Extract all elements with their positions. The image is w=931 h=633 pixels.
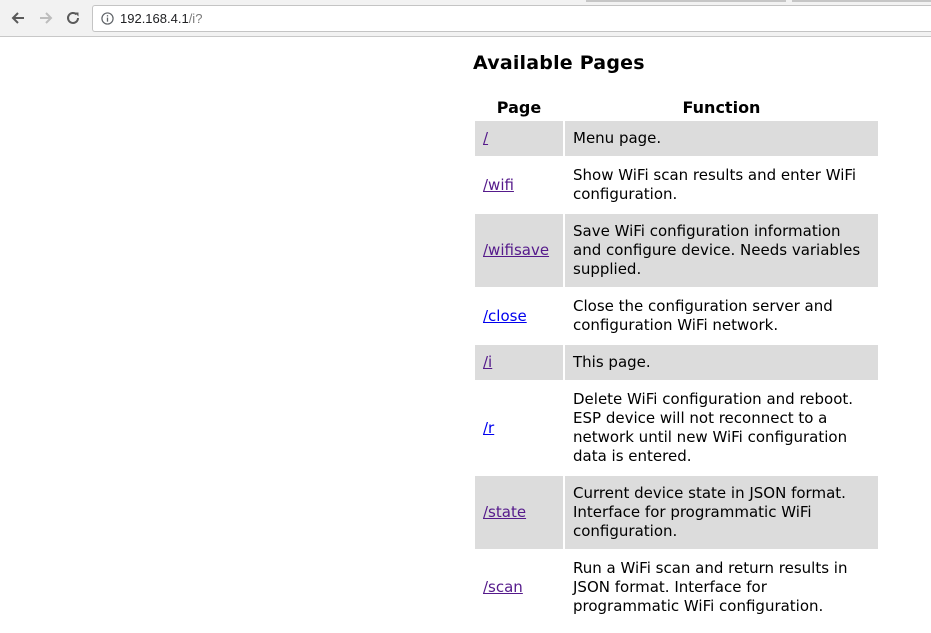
pages-table: Page Function / Menu page. /wifi Show WiFi …	[473, 93, 880, 626]
page-cell: /close	[475, 289, 563, 343]
table-row: /wifisave Save WiFi configuration informa…	[475, 214, 878, 287]
column-header-page: Page	[496, 97, 542, 117]
page-content: Available Pages Page Function / Menu page…	[473, 51, 883, 615]
function-cell: Save WiFi configuration information and …	[565, 214, 878, 287]
page-cell: /i	[475, 345, 563, 380]
back-button[interactable]	[8, 8, 28, 28]
page-cell: /wifi	[475, 158, 563, 212]
column-header-function: Function	[682, 97, 761, 117]
table-row: /close Close the configuration server and…	[475, 289, 878, 343]
url-text: 192.168.4.1/i?	[120, 11, 202, 27]
function-cell: Run a WiFi scan and return results in JS…	[573, 559, 848, 615]
page-link[interactable]: /r	[483, 419, 494, 437]
forward-button[interactable]	[36, 8, 56, 28]
table-row: /wifi Show WiFi scan results and enter Wi…	[475, 158, 878, 212]
page-cell: /	[475, 121, 563, 156]
table-row: /r Delete WiFi configuration and reboot. …	[475, 382, 878, 474]
page-link[interactable]: /wifisave	[483, 241, 549, 259]
forward-arrow-icon	[40, 12, 53, 24]
table-row: /scan Run a WiFi scan and return results …	[475, 551, 878, 624]
function-cell: This page.	[565, 345, 878, 380]
page-cell: /scan	[475, 551, 563, 624]
page-cell: /wifisave	[475, 214, 563, 287]
address-bar[interactable]: 192.168.4.1/i?	[92, 5, 931, 32]
page-link[interactable]: /close	[483, 307, 527, 325]
page-link[interactable]: /scan	[483, 578, 523, 596]
function-cell: Delete WiFi configuration and reboot. ES…	[573, 390, 854, 465]
browser-toolbar: 192.168.4.1/i?	[0, 0, 931, 37]
page-link[interactable]: /state	[483, 503, 526, 521]
function-cell: Current device state in JSON format. Int…	[565, 476, 878, 549]
url-host: 192.168.4.1	[120, 11, 189, 26]
table-row: /i This page.	[475, 345, 878, 380]
page-cell: /r	[475, 382, 563, 474]
function-cell: Menu page.	[565, 121, 878, 156]
back-arrow-icon	[11, 12, 24, 24]
page-link[interactable]: /wifi	[483, 176, 514, 194]
url-path: /i?	[188, 11, 203, 26]
table-row: /state Current device state in JSON forma…	[475, 476, 878, 549]
table-row: / Menu page.	[475, 121, 878, 156]
page-cell: /state	[475, 476, 563, 549]
tab-strip-edge	[792, 0, 931, 2]
tab-strip-edge	[586, 0, 786, 2]
function-cell: Close the configuration server and confi…	[573, 297, 833, 334]
function-cell: Show WiFi scan results and enter WiFi co…	[573, 166, 857, 203]
page-link[interactable]: /i	[483, 353, 492, 371]
reload-icon	[67, 11, 79, 24]
page-heading: Available Pages	[473, 52, 645, 74]
page-link[interactable]: /	[483, 129, 488, 147]
reload-button[interactable]	[63, 8, 83, 28]
table-header-row: Page Function	[475, 95, 878, 119]
info-icon[interactable]	[101, 12, 114, 25]
